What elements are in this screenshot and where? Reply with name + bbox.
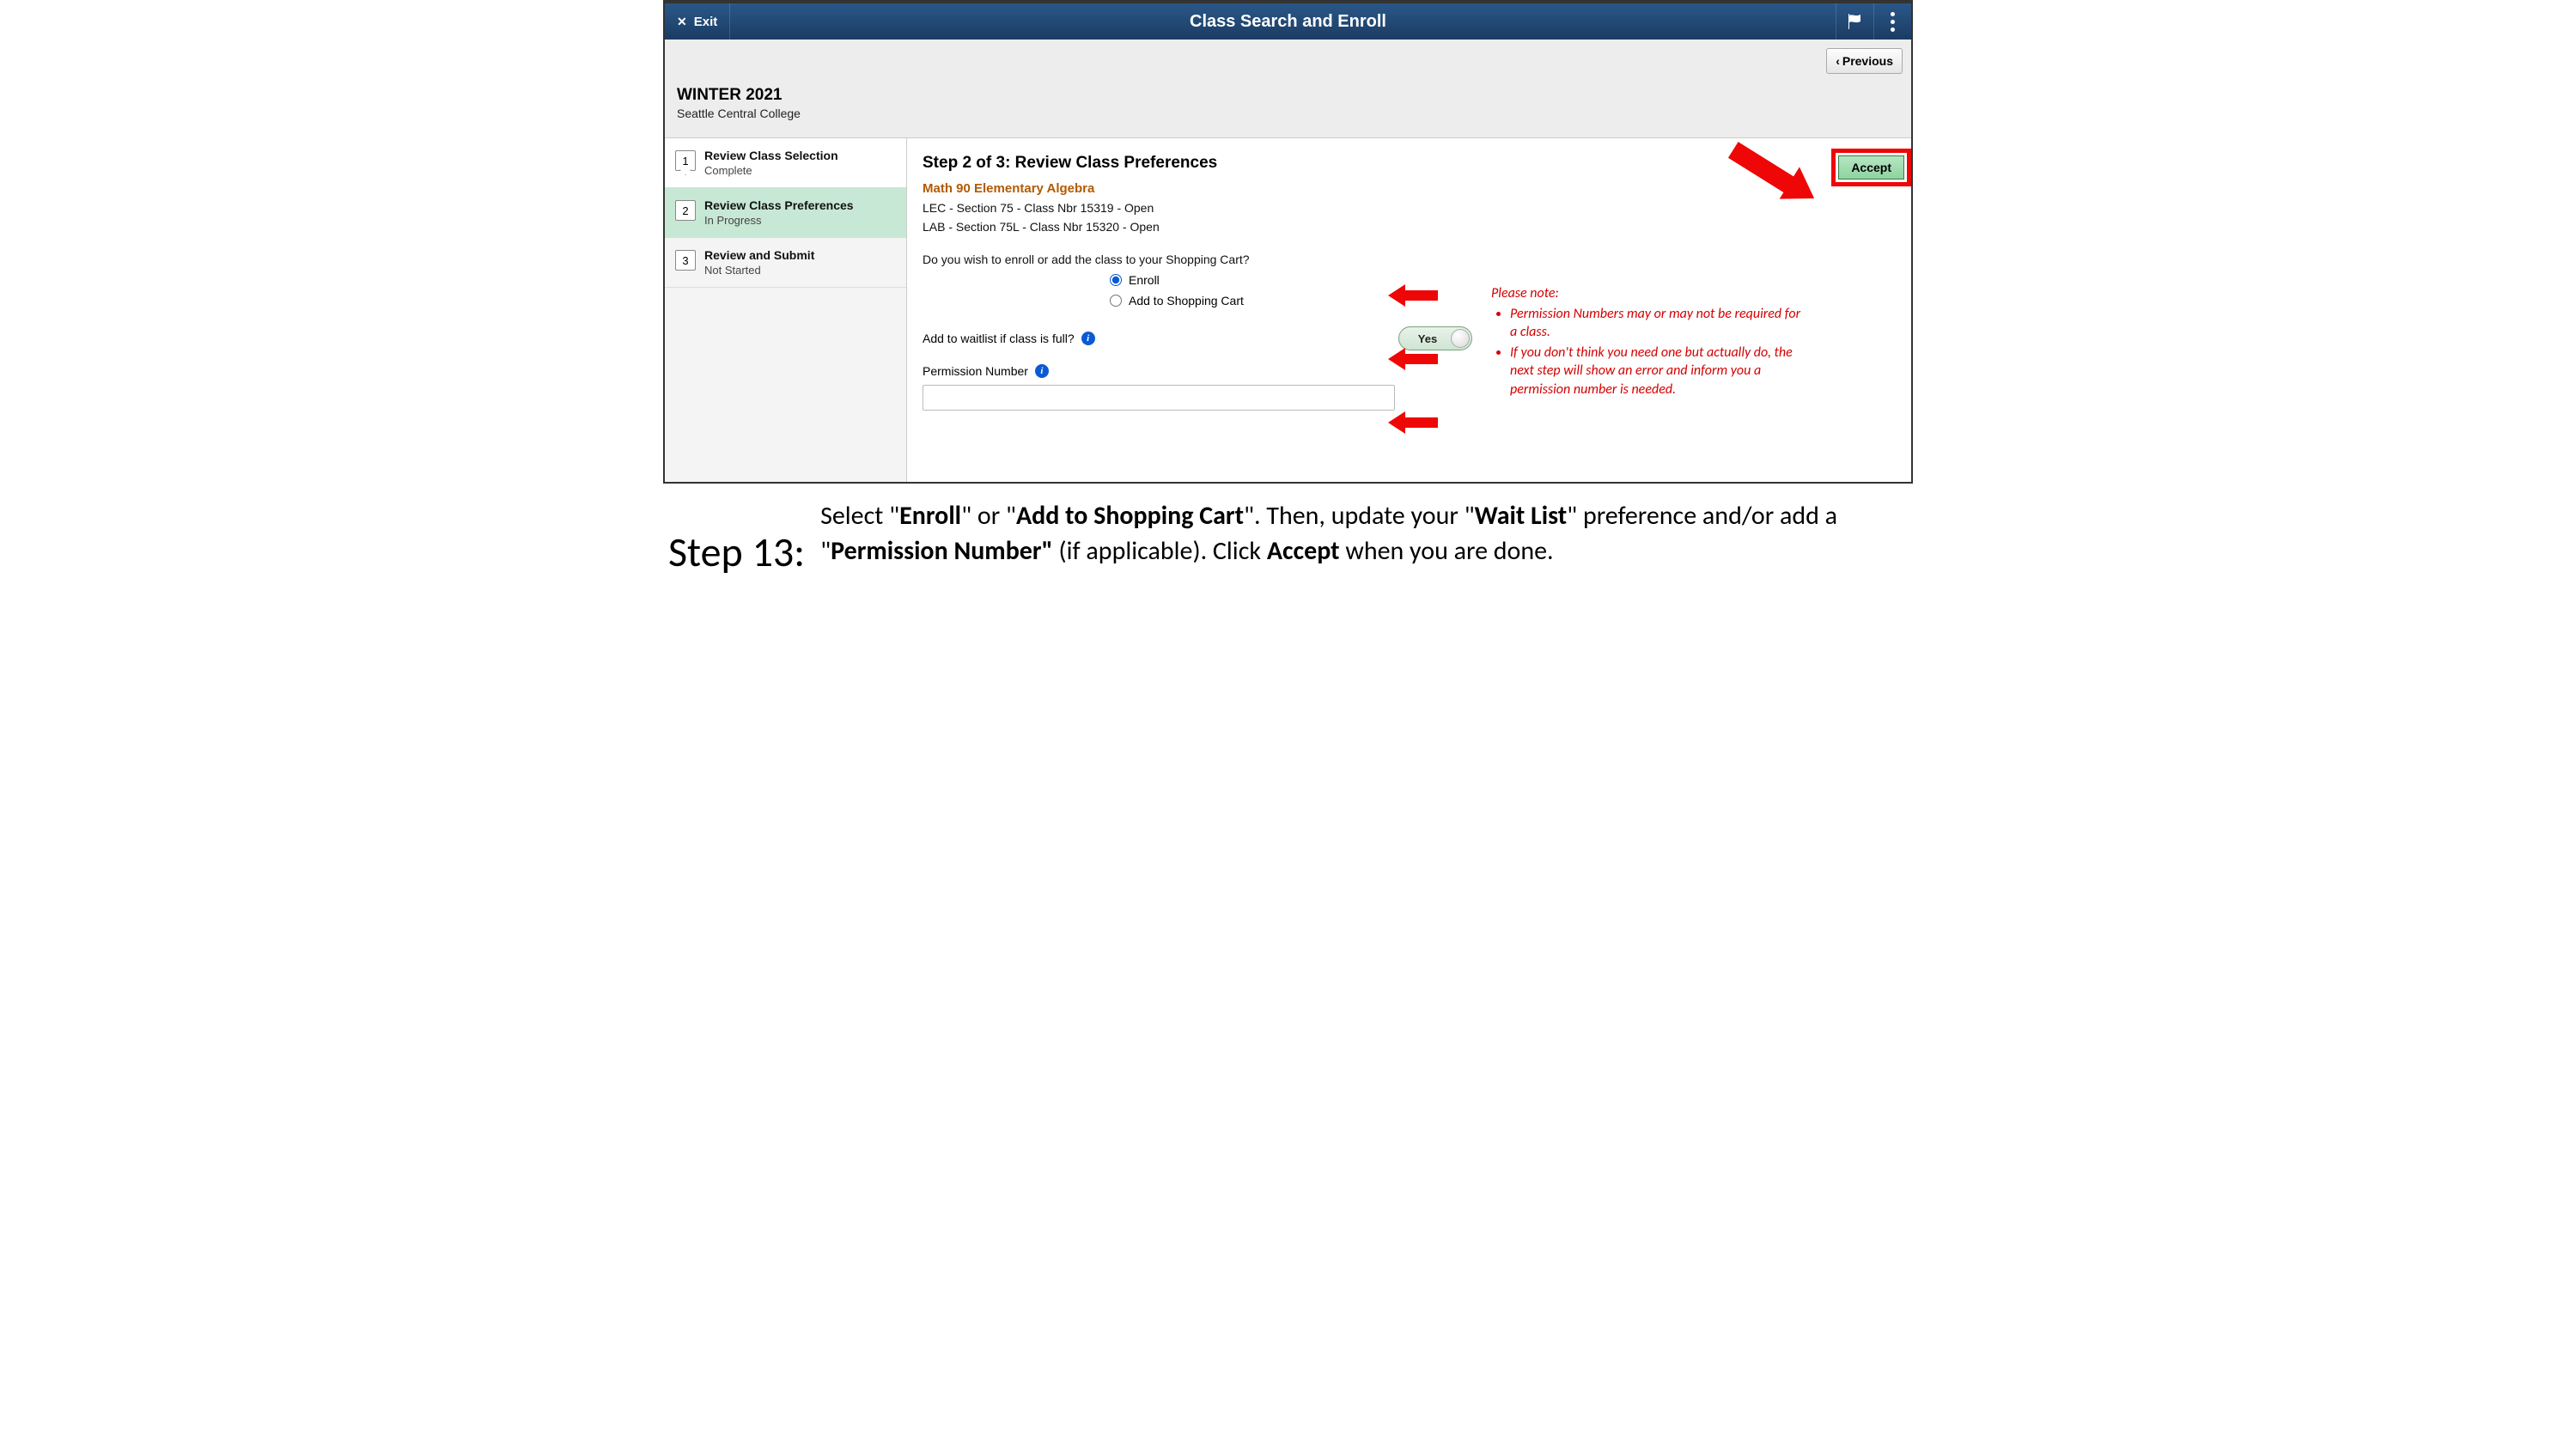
waitlist-toggle[interactable]: Yes: [1398, 326, 1472, 350]
caption-text: " or ": [961, 500, 1016, 532]
caption-bold: Enroll: [899, 500, 961, 532]
step-status: In Progress: [704, 214, 896, 227]
step-number-badge: 2: [675, 200, 696, 221]
toggle-knob: [1451, 329, 1470, 348]
caption-text: ". Then, update your ": [1244, 500, 1475, 532]
radio-enroll-input[interactable]: [1110, 274, 1122, 286]
info-icon[interactable]: i: [1035, 364, 1049, 378]
waitlist-label: Add to waitlist if class is full?: [923, 332, 1075, 345]
app-window: ✕ Exit Class Search and Enroll ‹Previous…: [663, 0, 1913, 484]
term-name: WINTER 2021: [677, 86, 1899, 105]
annotation-arrow-radio: [1388, 284, 1440, 307]
caption-bold: Add to Shopping Cart: [1016, 500, 1244, 532]
caption-text: when you are done.: [1340, 535, 1554, 567]
step-number-badge: 3: [675, 250, 696, 271]
waitlist-toggle-wrap: Yes: [1398, 326, 1472, 350]
annotation-arrow-permission: [1388, 411, 1440, 434]
more-menu-icon[interactable]: [1873, 3, 1911, 40]
step-title: Review and Submit: [704, 248, 896, 262]
step-caption: Step 13: Select "Enroll" or "Add to Shop…: [663, 496, 1913, 577]
subheader: ‹Previous WINTER 2021 Seattle Central Co…: [665, 40, 1911, 138]
caption-body: Select "Enroll" or "Add to Shopping Cart…: [820, 496, 1913, 569]
step-status: Not Started: [704, 264, 896, 277]
permission-number-input[interactable]: [923, 385, 1395, 411]
annotation-note: Please note: Permission Numbers may or m…: [1491, 284, 1809, 401]
section-line: LEC - Section 75 - Class Nbr 15319 - Ope…: [923, 201, 1896, 215]
note-bullet: Permission Numbers may or may not be req…: [1510, 305, 1809, 342]
caption-bold: Wait List: [1475, 500, 1568, 532]
caption-bold: Permission Number": [831, 535, 1053, 567]
main-panel: Accept Step 2 of 3: Review Class Prefere…: [907, 138, 1911, 482]
info-icon[interactable]: i: [1081, 332, 1095, 345]
previous-button[interactable]: ‹Previous: [1826, 48, 1903, 74]
exit-label: Exit: [694, 15, 718, 29]
accept-button[interactable]: Accept: [1838, 155, 1904, 180]
enroll-question: Do you wish to enroll or add the class t…: [923, 253, 1896, 266]
previous-label: Previous: [1842, 54, 1893, 68]
radio-cart-label: Add to Shopping Cart: [1129, 294, 1244, 307]
step-status: Complete: [704, 164, 896, 177]
radio-cart-input[interactable]: [1110, 295, 1122, 307]
step-number-badge: 1: [675, 150, 696, 171]
chevron-left-icon: ‹: [1836, 54, 1840, 68]
steps-sidebar: 1 Review Class Selection Complete 2 Revi…: [665, 138, 907, 482]
banner-actions: [1836, 3, 1911, 40]
caption-text: (if applicable). Click: [1053, 535, 1267, 567]
step-item-1[interactable]: 1 Review Class Selection Complete: [665, 138, 906, 188]
content-body: 1 Review Class Selection Complete 2 Revi…: [665, 138, 1911, 482]
exit-button[interactable]: ✕ Exit: [665, 3, 730, 40]
close-icon: ✕: [677, 15, 687, 29]
step-item-2[interactable]: 2 Review Class Preferences In Progress: [665, 188, 906, 238]
page-title: Class Search and Enroll: [665, 12, 1911, 32]
banner-bar: ✕ Exit Class Search and Enroll: [665, 3, 1911, 40]
step-title: Review Class Preferences: [704, 198, 896, 212]
radio-enroll-label: Enroll: [1129, 273, 1160, 287]
toggle-value: Yes: [1418, 332, 1437, 345]
caption-bold: Accept: [1267, 535, 1340, 567]
note-heading: Please note:: [1491, 284, 1809, 303]
section-line: LAB - Section 75L - Class Nbr 15320 - Op…: [923, 220, 1896, 234]
flag-icon[interactable]: [1836, 3, 1873, 40]
caption-step-label: Step 13:: [663, 496, 805, 577]
caption-text: Select ": [820, 500, 899, 532]
permission-label: Permission Number: [923, 364, 1028, 378]
step-title: Review Class Selection: [704, 149, 896, 162]
step-item-3[interactable]: 3 Review and Submit Not Started: [665, 238, 906, 288]
institution-name: Seattle Central College: [677, 107, 1899, 120]
accept-highlight: Accept: [1831, 149, 1911, 186]
note-bullet: If you don't think you need one but actu…: [1510, 344, 1809, 399]
annotation-arrow-toggle: [1388, 348, 1440, 370]
